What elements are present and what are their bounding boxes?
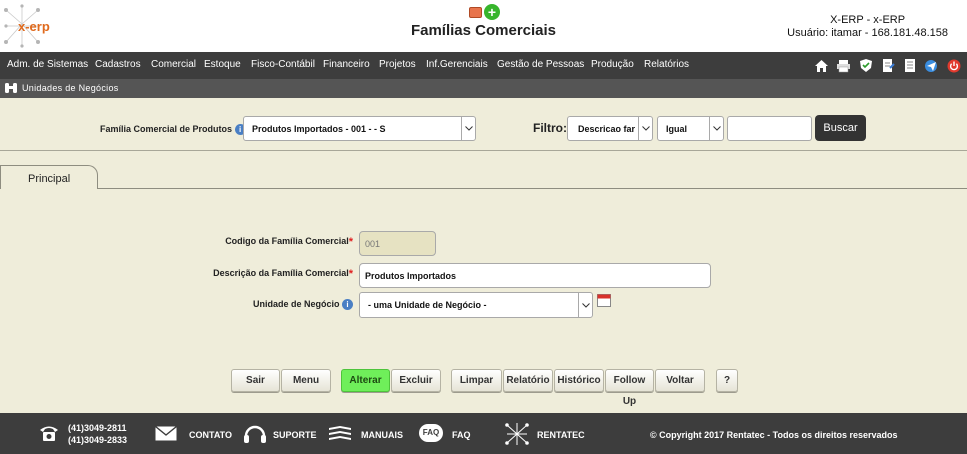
chevron-down-icon <box>709 117 723 140</box>
contato-link[interactable]: CONTATO <box>189 430 232 440</box>
menu-estoque[interactable]: Estoque <box>204 59 241 70</box>
filter-label: Filtro: <box>533 121 567 135</box>
phone-number-2: (41)3049-2833 <box>68 435 128 445</box>
breadcrumb: Unidades de Negócios <box>0 79 967 98</box>
phone-number-1: (41)3049-2811 <box>68 423 127 433</box>
required-mark: * <box>348 236 353 248</box>
chevron-down-icon <box>461 117 475 140</box>
historico-button[interactable]: Histórico <box>554 369 604 392</box>
mail-icon <box>155 426 177 441</box>
notes-icon[interactable] <box>900 56 919 75</box>
power-icon[interactable] <box>944 56 963 75</box>
chevron-down-icon <box>578 293 592 317</box>
main-menu: Adm. de Sistemas Cadastros Comercial Est… <box>0 52 967 79</box>
business-unit-select[interactable]: - uma Unidade de Negócio - <box>359 292 593 318</box>
document-edit-icon[interactable] <box>878 56 897 75</box>
faq-link[interactable]: FAQ <box>452 430 471 440</box>
binoculars-icon <box>5 83 17 93</box>
voltar-button[interactable]: Voltar <box>655 369 705 392</box>
info-icon[interactable]: i <box>342 299 353 310</box>
menu-producao[interactable]: Produção <box>591 59 634 70</box>
menu-adm-sistemas[interactable]: Adm. de Sistemas <box>7 59 88 70</box>
code-field: 001 <box>359 231 436 256</box>
rentatec-logo-icon <box>505 423 529 445</box>
suporte-link[interactable]: SUPORTE <box>273 430 317 440</box>
business-unit-value: - uma Unidade de Negócio - <box>368 300 487 310</box>
filter-operator-select[interactable]: Igual <box>657 116 724 141</box>
filter-field-value: Descricao far <box>578 123 636 134</box>
user-info: Usuário: itamar - 168.181.48.158 <box>787 27 948 39</box>
app-header: x-erp + Famílias Comerciais X-ERP - x-ER… <box>0 0 967 52</box>
header-quick-icons: + <box>469 4 503 20</box>
search-button[interactable]: Buscar <box>815 115 866 141</box>
section-divider <box>0 150 967 151</box>
description-field[interactable]: Produtos Importados <box>359 263 711 288</box>
help-button[interactable]: ? <box>716 369 738 392</box>
footer: (41)3049-2811 (41)3049-2833 CONTATO SUPO… <box>0 413 967 454</box>
system-name: X-ERP - x-ERP <box>830 14 906 26</box>
menu-comercial[interactable]: Comercial <box>151 59 196 70</box>
menu-button[interactable]: Menu <box>281 369 331 392</box>
calendar-icon[interactable] <box>597 293 611 307</box>
tab-principal-label: Principal <box>28 173 71 185</box>
rentatec-link[interactable]: RENTATEC <box>537 430 585 440</box>
menu-gestao-pessoas[interactable]: Gestão de Pessoas <box>497 59 584 70</box>
family-select-value: Produtos Importados - 001 - - S <box>252 123 386 134</box>
pdf-icon[interactable] <box>469 7 482 18</box>
menu-projetos[interactable]: Projetos <box>379 59 416 70</box>
menu-relatorios[interactable]: Relatórios <box>644 59 689 70</box>
home-icon[interactable] <box>812 56 831 75</box>
menu-financeiro[interactable]: Financeiro <box>323 59 370 70</box>
family-select[interactable]: Produtos Importados - 001 - - S <box>243 116 476 141</box>
limpar-button[interactable]: Limpar <box>451 369 502 392</box>
faq-icon: FAQ <box>419 424 443 442</box>
copyright-text: © Copyright 2017 Rentatec - Todos os dir… <box>650 430 898 440</box>
menu-fisco-contabil[interactable]: Fisco-Contábil <box>251 59 315 70</box>
headset-icon <box>244 425 266 443</box>
alterar-button[interactable]: Alterar <box>341 369 390 392</box>
filter-operator-value: Igual <box>666 123 688 134</box>
toolbar-icons <box>812 56 963 76</box>
sair-button[interactable]: Sair <box>231 369 280 392</box>
menu-inf-gerenciais[interactable]: Inf.Gerenciais <box>426 59 488 70</box>
filter-field-select[interactable]: Descricao far <box>567 116 653 141</box>
filter-search-input[interactable] <box>727 116 812 141</box>
send-icon[interactable] <box>922 56 941 75</box>
shield-icon[interactable] <box>856 56 875 75</box>
print-icon[interactable] <box>834 56 853 75</box>
phone-icon <box>40 426 58 441</box>
session-info: X-ERP - x-ERP Usuário: itamar - 168.181.… <box>787 14 948 40</box>
business-unit-label: Unidade de Negócio i <box>253 299 353 310</box>
description-label: Descrição da Família Comercial* <box>213 268 353 280</box>
menu-cadastros[interactable]: Cadastros <box>95 59 141 70</box>
tab-principal[interactable]: Principal <box>0 165 98 189</box>
family-select-label: Família Comercial de Produtos i <box>100 124 246 135</box>
chevron-down-icon <box>638 117 652 140</box>
breadcrumb-label[interactable]: Unidades de Negócios <box>22 83 119 93</box>
tab-baseline <box>97 188 967 189</box>
add-icon[interactable]: + <box>484 4 500 20</box>
manuais-link[interactable]: MANUAIS <box>361 430 403 440</box>
code-label: Codigo da Família Comercial* <box>225 236 353 248</box>
follow-up-button[interactable]: Follow Up <box>605 369 654 407</box>
required-mark: * <box>348 268 353 280</box>
excluir-button[interactable]: Excluir <box>391 369 441 392</box>
relatorio-button[interactable]: Relatório <box>503 369 553 392</box>
books-icon <box>329 426 351 440</box>
